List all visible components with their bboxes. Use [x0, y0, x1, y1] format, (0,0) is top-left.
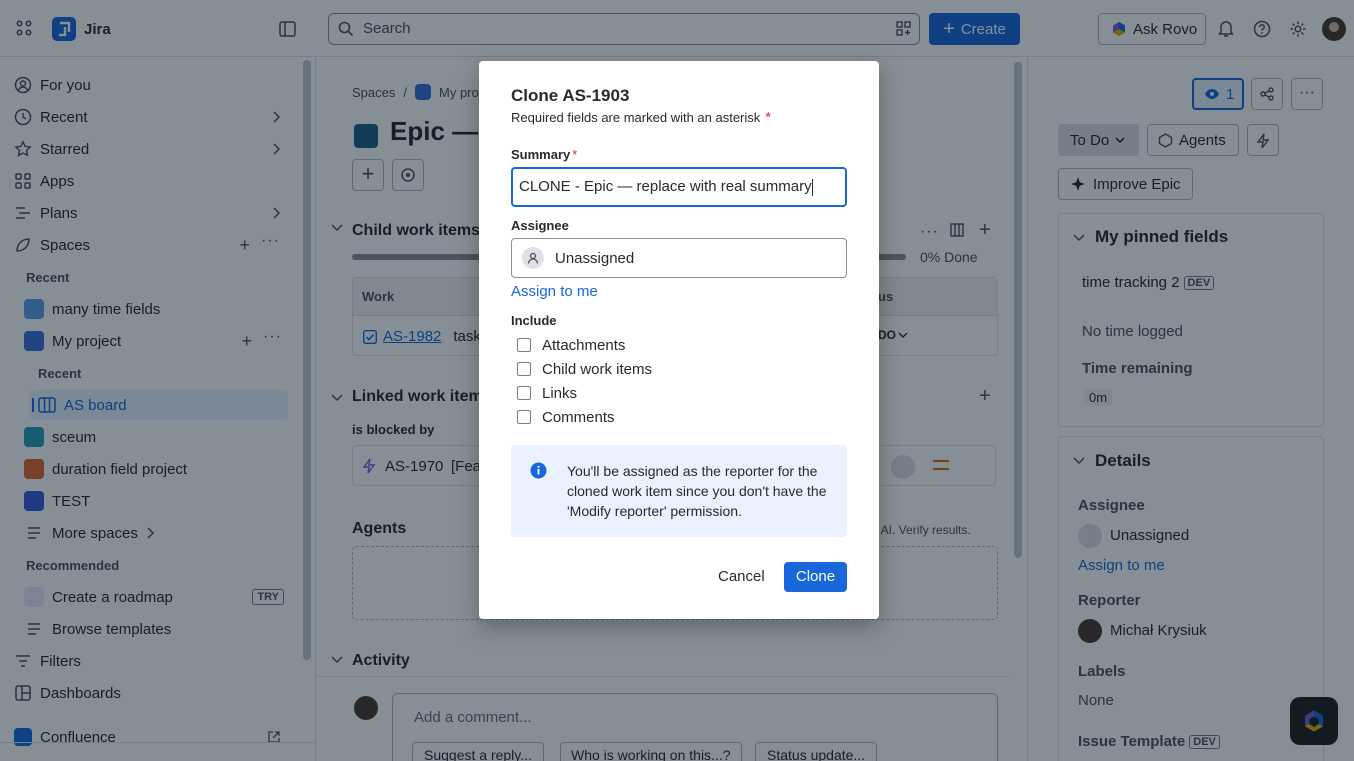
option-label: Comments [542, 408, 615, 426]
comments-checkbox[interactable] [517, 410, 531, 424]
include-child-items-option[interactable]: Child work items [517, 359, 652, 379]
clone-dialog: Clone AS-1903 Required fields are marked… [479, 61, 879, 619]
info-text: You'll be assigned as the reporter for t… [567, 463, 827, 519]
include-attachments-option[interactable]: Attachments [517, 335, 625, 355]
dialog-title: Clone AS-1903 [511, 86, 630, 105]
required-asterisk: * [572, 147, 578, 162]
summary-field-label: Summary * [511, 147, 577, 162]
unassigned-avatar-icon [522, 247, 544, 269]
option-label: Attachments [542, 336, 626, 354]
cancel-button[interactable]: Cancel [712, 562, 771, 592]
include-comments-option[interactable]: Comments [517, 407, 615, 427]
summary-input[interactable]: CLONE - Epic — replace with real summary [511, 167, 847, 207]
include-links-option[interactable]: Links [517, 383, 577, 403]
include-label: Include [511, 313, 557, 328]
info-icon [530, 462, 547, 479]
assignee-value: Unassigned [555, 249, 635, 267]
required-asterisk: * [765, 109, 772, 126]
clone-button[interactable]: Clone [784, 562, 847, 592]
info-message: You'll be assigned as the reporter for t… [511, 445, 847, 537]
option-label: Child work items [542, 360, 653, 378]
summary-label: Summary [511, 147, 571, 162]
text-cursor [811, 178, 813, 196]
attachments-checkbox[interactable] [517, 338, 531, 352]
summary-value: CLONE - Epic — replace with real summary [519, 178, 812, 195]
links-checkbox[interactable] [517, 386, 531, 400]
required-note: Required fields are marked with an aster… [511, 109, 771, 126]
option-label: Links [542, 384, 578, 402]
assign-to-me-link[interactable]: Assign to me [511, 283, 598, 300]
child-items-checkbox[interactable] [517, 362, 531, 376]
assignee-label: Assignee [511, 218, 569, 233]
assignee-select[interactable]: Unassigned [511, 238, 847, 278]
required-note-text: Required fields are marked with an aster… [511, 110, 761, 125]
